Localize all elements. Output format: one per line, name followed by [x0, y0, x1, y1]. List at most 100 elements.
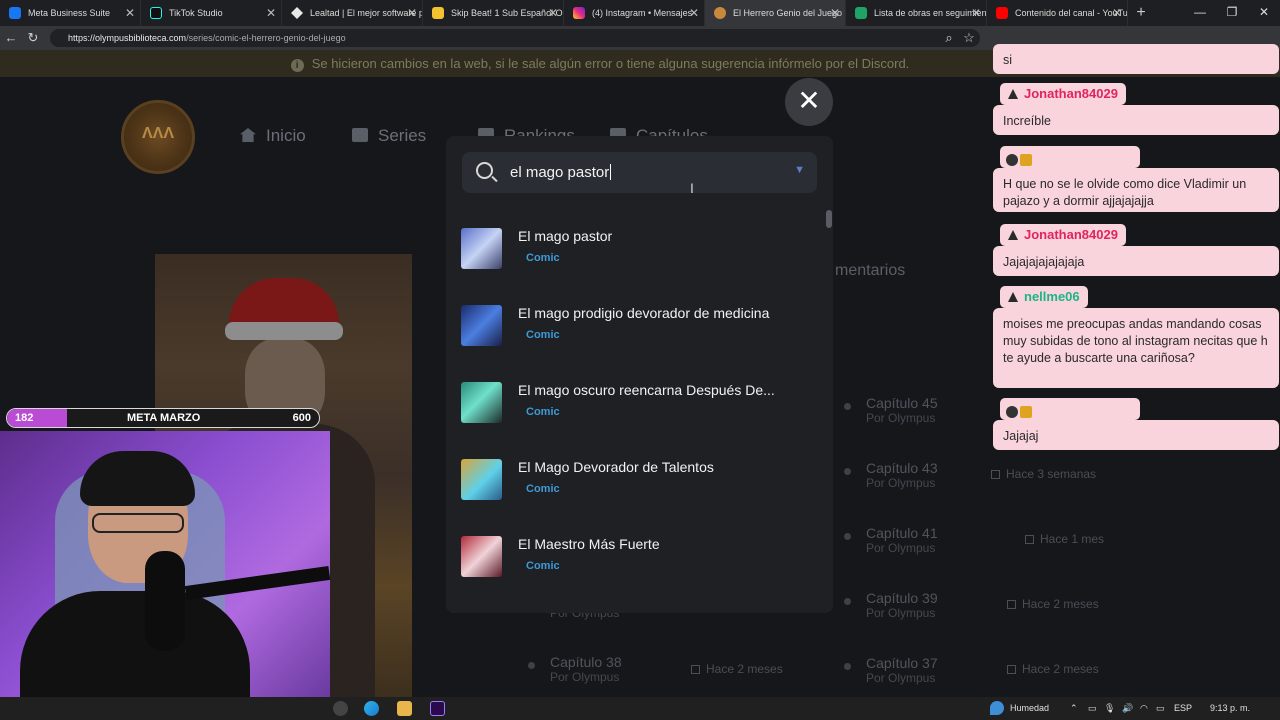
- chat-username: Jonathan84029: [1000, 83, 1126, 105]
- close-tab-icon[interactable]: ✕: [125, 0, 135, 26]
- close-tab-icon[interactable]: ✕: [971, 0, 981, 26]
- browser-tab[interactable]: Skip Beat! 1 Sub Español On ✕: [423, 0, 564, 26]
- close-search-button[interactable]: ✕: [785, 78, 833, 126]
- file-explorer-icon[interactable]: [397, 701, 412, 716]
- chapter-row[interactable]: Capítulo 38 Por Olympus: [528, 654, 622, 684]
- moderator-icon: [1008, 89, 1018, 99]
- meta-icon: [9, 7, 21, 19]
- language-indicator[interactable]: ESP: [1174, 697, 1192, 720]
- webcam-feed: [0, 431, 330, 697]
- close-window-icon[interactable]: ✕: [1248, 0, 1280, 26]
- result-cover: [461, 382, 502, 423]
- site-logo[interactable]: ΛΛΛ: [121, 100, 195, 174]
- chat-message-text: Jajajajajajajaja: [1003, 255, 1085, 269]
- webcam-microphone: [145, 551, 185, 651]
- chat-message: si: [993, 44, 1279, 74]
- network-icon[interactable]: ▭: [1088, 697, 1097, 720]
- chapter-by: Por Olympus: [866, 411, 936, 425]
- minimize-icon[interactable]: —: [1184, 0, 1216, 26]
- chapter-date-text: Hace 2 meses: [706, 662, 783, 676]
- browser-tab[interactable]: Lealtad | El mejor software p ✕: [282, 0, 423, 26]
- youtube-icon: [996, 7, 1008, 19]
- chapter-by: Por Olympus: [550, 670, 620, 684]
- olympus-icon: [714, 7, 726, 19]
- clock[interactable]: 9:13 p. m.: [1210, 697, 1250, 720]
- logo-emblem: ΛΛΛ: [141, 125, 174, 142]
- edge-icon[interactable]: [364, 701, 379, 716]
- chapter-by: Por Olympus: [866, 476, 936, 490]
- chat-username-text: Jonathan84029: [1024, 86, 1118, 101]
- chat-username-text: nellme06: [1024, 289, 1080, 304]
- url-host: https://olympusbiblioteca.com: [68, 33, 187, 43]
- obs-icon[interactable]: [333, 701, 348, 716]
- bookmark-star-icon[interactable]: ☆: [960, 29, 978, 47]
- home-icon: [240, 128, 256, 142]
- chapter-row[interactable]: Capítulo 41 Por Olympus: [844, 525, 938, 555]
- chapter-by: Por Olympus: [866, 671, 936, 685]
- result-title: El mago oscuro reencarna Después De...: [518, 382, 775, 398]
- chevron-down-icon[interactable]: ▼: [794, 164, 805, 176]
- unread-dot: [844, 468, 851, 475]
- close-tab-icon[interactable]: ✕: [1112, 0, 1122, 26]
- battery-icon[interactable]: ▭: [1156, 697, 1165, 720]
- chat-username: Jonathan84029: [1000, 224, 1126, 246]
- chapter-row[interactable]: Capítulo 45 Por Olympus: [844, 395, 938, 425]
- nav-home[interactable]: Inicio: [240, 126, 306, 146]
- window-controls: — ❐ ✕: [1184, 0, 1280, 26]
- tab-label: El Herrero Genio del Juego: [733, 8, 843, 18]
- wifi-icon[interactable]: ◠: [1140, 697, 1148, 720]
- volume-icon[interactable]: 🔊: [1122, 697, 1133, 720]
- tab-label: TikTok Studio: [169, 8, 223, 18]
- unread-dot: [844, 598, 851, 605]
- tab-label: Meta Business Suite: [28, 8, 111, 18]
- moderator-icon: [1008, 230, 1018, 240]
- chat-username-text: Jonathan84029: [1024, 227, 1118, 242]
- browser-tab[interactable]: (4) Instagram • Mensajes ✕: [564, 0, 705, 26]
- premiere-icon[interactable]: [430, 701, 445, 716]
- browser-tab[interactable]: Lista de obras en seguimien ✕: [846, 0, 987, 26]
- unread-dot: [528, 662, 535, 669]
- url-field[interactable]: https://olympusbiblioteca.com/series/com…: [50, 29, 980, 47]
- browser-tab-active[interactable]: El Herrero Genio del Juego ✕: [705, 0, 846, 26]
- chapter-row[interactable]: Capítulo 39 Por Olympus: [844, 590, 938, 620]
- back-icon[interactable]: ←: [2, 29, 20, 47]
- browser-tab[interactable]: TikTok Studio ✕: [141, 0, 282, 26]
- browser-tab[interactable]: Meta Business Suite ✕: [0, 0, 141, 26]
- tab-label: (4) Instagram • Mensajes: [592, 8, 693, 18]
- chapter-row[interactable]: Capítulo 37 Por Olympus: [844, 655, 938, 685]
- search-result[interactable]: El mago pastor Comic: [461, 228, 811, 288]
- webcam-person-body: [20, 591, 250, 697]
- mic-icon[interactable]: 🎙: [1104, 697, 1115, 720]
- close-tab-icon[interactable]: ✕: [689, 0, 699, 26]
- close-tab-icon[interactable]: ✕: [548, 0, 558, 26]
- result-type-badge: Comic: [526, 560, 560, 572]
- text-cursor-icon: I: [690, 180, 694, 196]
- tray-chevron-icon[interactable]: ⌃: [1070, 697, 1078, 720]
- search-result[interactable]: El Maestro Más Fuerte Comic: [461, 536, 811, 596]
- calendar-icon: [1007, 665, 1016, 674]
- chapter-row[interactable]: Capítulo 43 Por Olympus: [844, 460, 938, 490]
- new-tab-button[interactable]: +: [1128, 0, 1154, 26]
- maximize-icon[interactable]: ❐: [1216, 0, 1248, 26]
- tab-comments[interactable]: mentarios: [835, 262, 905, 280]
- result-title: El Mago Devorador de Talentos: [518, 459, 714, 475]
- close-tab-icon[interactable]: ✕: [266, 0, 276, 26]
- results-scrollbar[interactable]: [826, 210, 832, 228]
- search-result[interactable]: El Mago Devorador de Talentos Comic: [461, 459, 811, 519]
- sheets-icon: [855, 7, 867, 19]
- search-result[interactable]: El mago prodigio devorador de medicina C…: [461, 305, 811, 365]
- goal-label: META MARZO: [127, 412, 201, 424]
- browser-tab[interactable]: Contenido del canal - YouTu ✕: [987, 0, 1128, 26]
- nav-series[interactable]: Series: [352, 126, 426, 146]
- result-title: El mago prodigio devorador de medicina: [518, 305, 770, 321]
- unread-dot: [844, 663, 851, 670]
- close-tab-icon[interactable]: ✕: [407, 0, 417, 26]
- reload-icon[interactable]: ↻: [24, 29, 42, 47]
- zoom-icon[interactable]: ⌕: [940, 29, 958, 47]
- search-result[interactable]: El mago oscuro reencarna Después De... C…: [461, 382, 811, 442]
- search-input[interactable]: el mago pastor I ▼: [462, 152, 817, 196]
- close-tab-icon[interactable]: ✕: [830, 0, 840, 26]
- chapter-date-text: Hace 1 mes: [1040, 532, 1105, 546]
- result-cover: [461, 305, 502, 346]
- page-icon: [291, 7, 303, 19]
